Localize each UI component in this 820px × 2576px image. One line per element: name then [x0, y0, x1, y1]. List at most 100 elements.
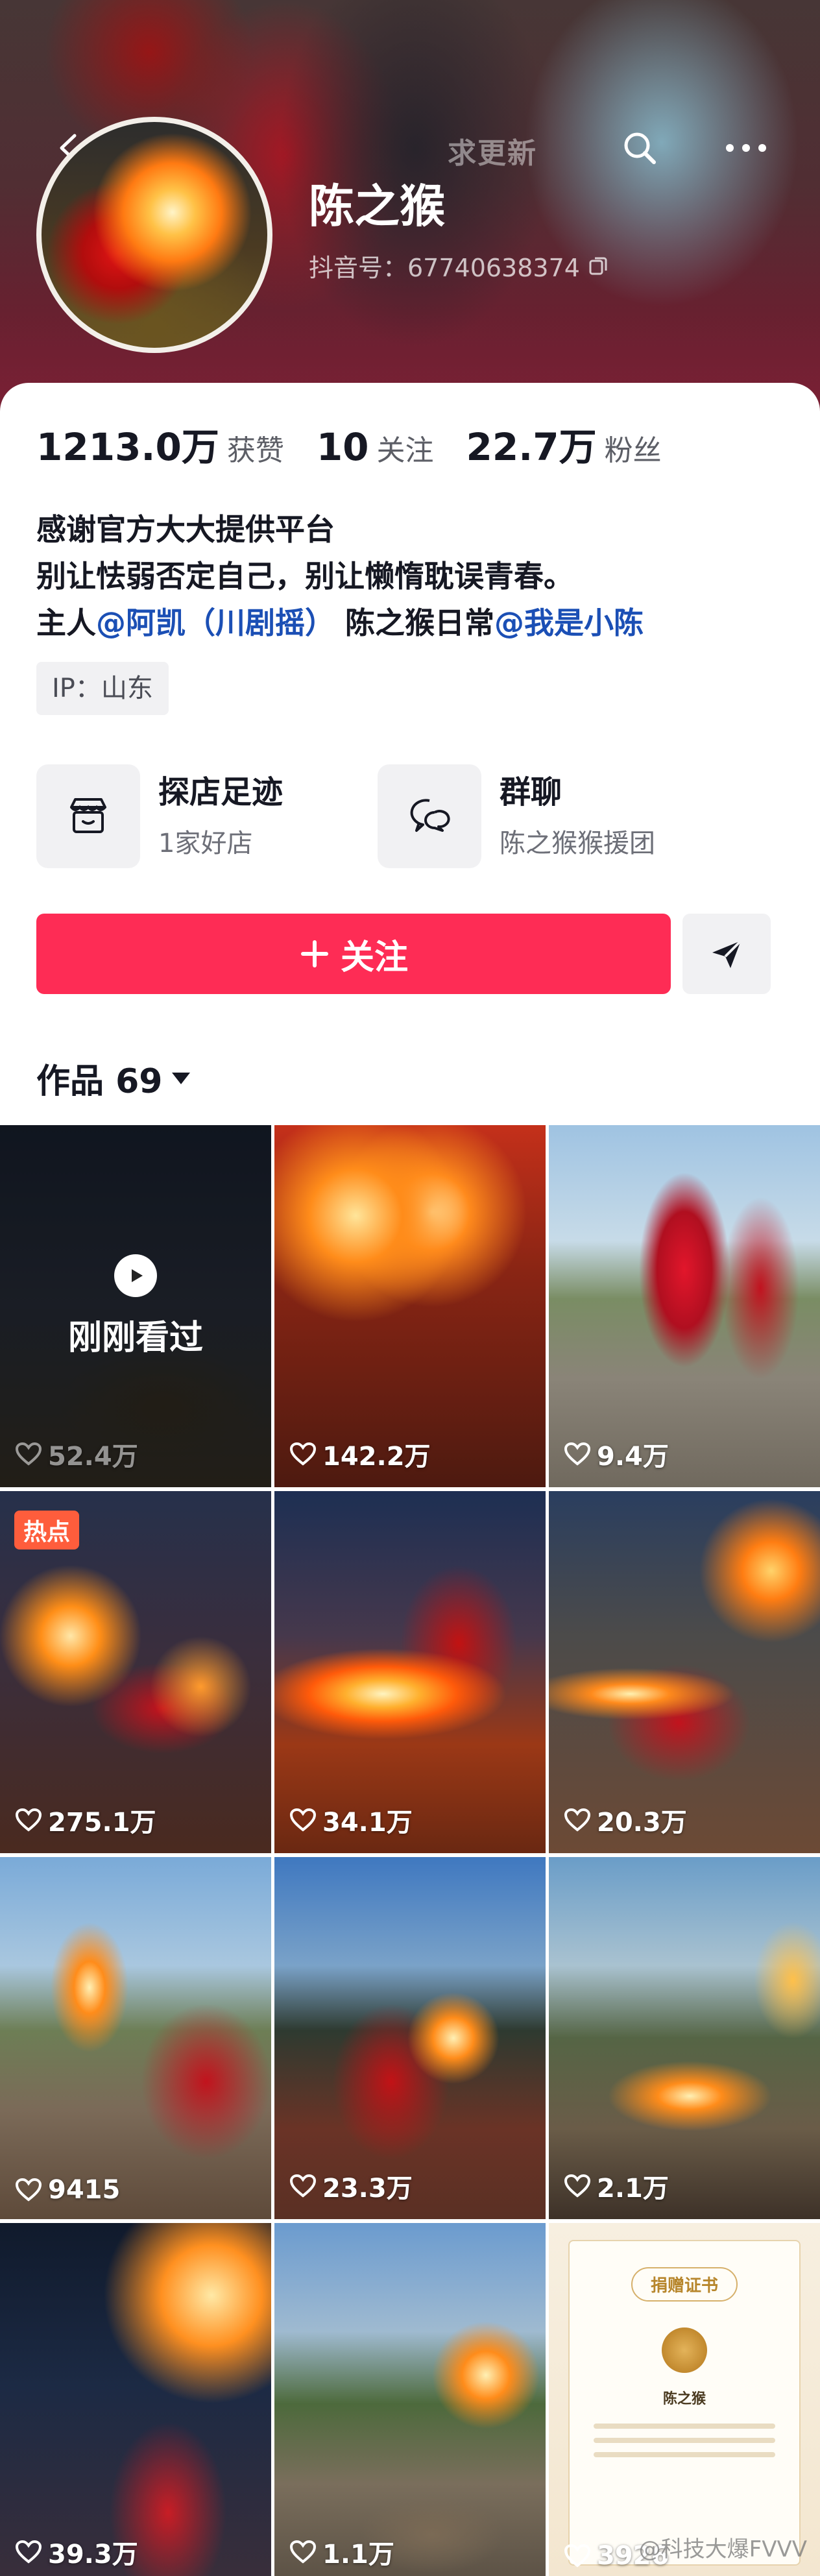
heart-icon [16, 2178, 42, 2202]
store-visits-entry[interactable]: 探店足迹 1家好店 [36, 762, 283, 871]
chat-icon-tile [378, 764, 481, 868]
recently-watched-overlay: 刚刚看过 [0, 1125, 271, 1487]
video-likes: 1.1万 [290, 2533, 394, 2571]
group-chat-title: 群聊 [500, 774, 562, 810]
heart-icon [16, 1808, 42, 1832]
video-thumbnail[interactable]: 20.3万 [549, 1491, 820, 1853]
more-icon [726, 144, 766, 152]
heart-icon [290, 1808, 316, 1832]
heart-icon [564, 1808, 590, 1832]
chat-icon [410, 799, 450, 832]
search-button[interactable] [612, 121, 667, 175]
heart-icon [290, 2174, 316, 2198]
group-chat-sub: 陈之猴猴援团 [500, 829, 655, 858]
video-likes-count: 1.1万 [322, 2540, 394, 2570]
certificate-body-lines [594, 2424, 775, 2466]
video-thumbnail[interactable]: 142.2万 [274, 1125, 546, 1487]
recently-watched-label: 刚刚看过 [67, 1318, 203, 1357]
video-likes: 275.1万 [16, 1801, 156, 1839]
heart-icon [290, 2540, 316, 2564]
video-likes-count: 23.3万 [322, 2174, 413, 2204]
video-thumbnail[interactable]: 2.1万 [549, 1857, 820, 2219]
hot-badge: 热点 [14, 1511, 80, 1549]
video-likes-count: 9415 [48, 2175, 121, 2205]
ip-location-tag: IP：山东 [36, 662, 169, 715]
works-tab-label: 作品 69 [36, 1062, 163, 1101]
profile-bio: 感谢官方大大提供平台 别让怯弱否定自己，别让懒惰耽误青春。 主人@阿凯（川剧摇）… [36, 506, 644, 646]
video-likes: 9415 [16, 2175, 120, 2205]
video-thumbnail[interactable]: 热点 275.1万 [0, 1491, 271, 1853]
mention-link-2[interactable]: @我是小陈 [494, 605, 644, 640]
works-tab[interactable]: 作品 69 [36, 1054, 192, 1102]
video-thumbnail[interactable]: 9415 [0, 1857, 271, 2219]
fans-count[interactable]: 22.7万 [466, 417, 597, 471]
video-likes-count: 20.3万 [597, 1808, 687, 1838]
group-chat-entry[interactable]: 群聊 陈之猴猴援团 [378, 762, 655, 871]
more-button[interactable] [719, 121, 773, 175]
following-count[interactable]: 10 [317, 425, 369, 469]
video-thumbnail[interactable]: 捐赠证书 陈之猴 3926 [549, 2223, 820, 2576]
share-icon [712, 940, 742, 968]
store-visits-sub: 1家好店 [158, 829, 253, 858]
store-icon [70, 798, 106, 833]
heart-icon [564, 2174, 590, 2198]
heart-icon [16, 2540, 42, 2564]
share-button[interactable] [682, 914, 771, 994]
profile-avatar[interactable] [36, 117, 272, 353]
video-likes-count: 2.1万 [597, 2174, 669, 2204]
video-likes: 142.2万 [290, 1435, 431, 1473]
video-likes-count: 275.1万 [48, 1808, 156, 1838]
likes-label[interactable]: 获赞 [227, 427, 284, 468]
video-thumbnail[interactable]: 23.3万 [274, 1857, 546, 2219]
video-likes: 34.1万 [290, 1801, 413, 1839]
certificate-seal [662, 2327, 707, 2373]
bio-prefix: 主人 [36, 605, 96, 640]
play-icon [114, 1254, 157, 1297]
bio-line-1: 感谢官方大大提供平台 [36, 512, 335, 547]
video-grid: 刚刚看过 52.4万 142.2万 9.4万 热点 275.1万 34.1万 2… [0, 1125, 820, 2576]
heart-icon [564, 1442, 590, 1466]
douyin-id-text: 抖音号：67740638374 [309, 254, 580, 282]
plus-icon [300, 940, 328, 967]
bio-line-2: 别让怯弱否定自己，别让懒惰耽误青春。 [36, 559, 573, 594]
copy-icon[interactable] [588, 255, 610, 277]
video-likes: 39.3万 [16, 2533, 138, 2571]
video-likes: 9.4万 [564, 1435, 669, 1473]
bio-middle: 陈之猴日常 [335, 605, 495, 640]
video-likes-count: 9.4万 [597, 1442, 669, 1472]
video-likes: 2.1万 [564, 2167, 669, 2205]
store-icon-tile [36, 764, 140, 868]
heart-icon [16, 1442, 42, 1466]
watermark: @科技大爆FVVV [638, 2536, 807, 2562]
heart-icon [290, 1442, 316, 1466]
profile-info-card: 1213.0万 获赞 10 关注 22.7万 粉丝 感谢官方大大提供平台 别让怯… [0, 383, 820, 1123]
following-label[interactable]: 关注 [377, 427, 434, 468]
certificate-name: 陈之猴 [662, 2391, 706, 2407]
heart-icon [564, 2544, 590, 2568]
banner-ghost-text: 求更新 [448, 137, 537, 170]
fans-label[interactable]: 粉丝 [605, 427, 662, 468]
video-thumbnail[interactable]: 39.3万 [0, 2223, 271, 2576]
follow-button-label: 关注 [340, 938, 408, 977]
video-likes-count: 34.1万 [322, 1808, 413, 1838]
video-likes: 52.4万 [16, 1435, 138, 1473]
video-thumbnail[interactable]: 1.1万 [274, 2223, 546, 2576]
mention-link-1[interactable]: @阿凯（川剧摇） [96, 605, 335, 640]
bio-line-3: 主人@阿凯（川剧摇） 陈之猴日常@我是小陈 [36, 600, 644, 646]
video-likes-count: 52.4万 [48, 1442, 138, 1472]
store-visits-title: 探店足迹 [158, 774, 283, 810]
donation-certificate: 捐赠证书 陈之猴 [568, 2240, 801, 2566]
follow-button[interactable]: 关注 [36, 914, 671, 994]
video-thumbnail[interactable]: 9.4万 [549, 1125, 820, 1487]
video-likes: 20.3万 [564, 1801, 687, 1839]
dropdown-triangle-icon [172, 1072, 191, 1084]
likes-count[interactable]: 1213.0万 [36, 417, 219, 471]
video-likes: 23.3万 [290, 2167, 413, 2205]
profile-stats: 1213.0万 获赞 10 关注 22.7万 粉丝 [36, 417, 694, 471]
video-thumbnail[interactable]: 34.1万 [274, 1491, 546, 1853]
video-thumbnail[interactable]: 刚刚看过 52.4万 [0, 1125, 271, 1487]
video-likes-count: 142.2万 [322, 1442, 431, 1472]
search-icon [624, 132, 656, 164]
certificate-title: 捐赠证书 [631, 2267, 738, 2302]
douyin-id[interactable]: 抖音号：67740638374 [309, 248, 610, 284]
